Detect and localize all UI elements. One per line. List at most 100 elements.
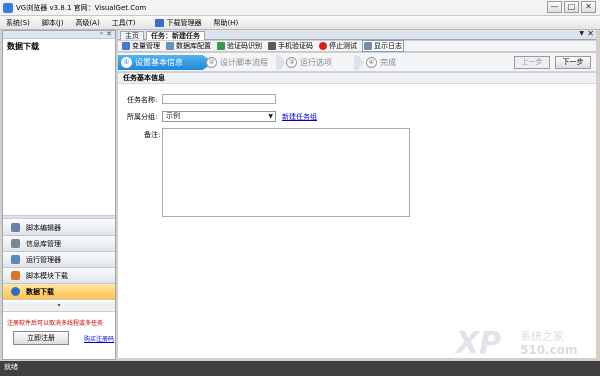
toolbar-label: 停止测试 xyxy=(329,42,357,50)
nav-more-chevron[interactable]: ▾ xyxy=(3,302,115,312)
new-group-link[interactable]: 新建任务组 xyxy=(282,112,317,122)
database-icon xyxy=(11,239,20,248)
step-number: ① xyxy=(121,57,132,68)
document-tabs: 主页 任务：新建任务 ▼ ✕ xyxy=(118,29,596,40)
data-download-icon xyxy=(11,287,20,296)
register-button[interactable]: 立即注册 xyxy=(13,331,69,345)
download-manager-icon xyxy=(155,18,165,27)
next-step-button[interactable]: 下一步 xyxy=(555,56,591,69)
nav-module-download[interactable]: 脚本模块下载 xyxy=(3,268,115,284)
group-select[interactable]: 示例 ▼ xyxy=(162,111,276,122)
phone-icon xyxy=(268,42,276,50)
menu-system[interactable]: 系统(S) xyxy=(0,18,36,28)
nav-info-library[interactable]: 信息库管理 xyxy=(3,236,115,252)
step-label: 设置基本信息 xyxy=(135,58,183,67)
run-manager-icon xyxy=(11,255,20,264)
nav-data-download[interactable]: 数据下载 xyxy=(3,284,115,300)
app-icon xyxy=(3,3,13,13)
step-separator xyxy=(354,55,364,70)
group-select-value: 示例 xyxy=(166,112,180,120)
nav-run-manager[interactable]: 运行管理器 xyxy=(3,252,115,268)
step-basic-info[interactable]: ① 设置基本信息 xyxy=(118,55,214,70)
section-title: 任务基本信息 xyxy=(118,73,596,84)
watermark-logo: XP xyxy=(456,326,502,361)
database-config-button[interactable]: 数据库配置 xyxy=(165,41,212,51)
menu-script[interactable]: 脚本(J) xyxy=(36,18,70,28)
stop-test-button[interactable]: 停止测试 xyxy=(318,41,358,51)
toolbar-label: 数据库配置 xyxy=(176,42,211,50)
left-nav: 脚本编辑器 信息库管理 运行管理器 脚本模块下载 数据下载 xyxy=(3,220,115,300)
register-notice: 注册软件后可以取消多线程或多任务 xyxy=(7,320,104,327)
step-number: ② xyxy=(206,57,217,68)
nav-label: 信息库管理 xyxy=(26,239,61,248)
show-log-button[interactable]: 显示日志 xyxy=(362,40,404,52)
step-number: ④ xyxy=(366,57,377,68)
menu-advanced[interactable]: 高级(A) xyxy=(69,18,105,28)
menu-help[interactable]: 帮助(H) xyxy=(207,18,244,28)
left-panel: ᵖ ✕ 数据下载 脚本编辑器 信息库管理 运行管理器 脚本模块下载 数据下载 ▾… xyxy=(2,30,116,360)
toolbar: 变量管理 数据库配置 验证码识别 手机验证码 停止测试 显示日志 xyxy=(118,40,596,52)
nav-label: 脚本编辑器 xyxy=(26,223,61,232)
step-label: 运行选项 xyxy=(300,58,332,67)
status-bar: 就绪 xyxy=(0,361,600,376)
database-icon xyxy=(166,42,174,50)
menu-download-manager-label: 下载管理器 xyxy=(166,18,202,27)
group-label: 所属分组: xyxy=(127,113,158,121)
toolbar-label: 变量管理 xyxy=(132,42,160,50)
window-controls: — □ ✕ xyxy=(547,1,596,13)
nav-label: 数据下载 xyxy=(26,287,54,296)
chevron-down-icon: ▼ xyxy=(268,113,273,120)
toolbar-label: 验证码识别 xyxy=(227,42,262,50)
task-name-label: 任务名称: xyxy=(127,96,158,104)
note-label: 备注: xyxy=(144,131,161,139)
panel-splitter[interactable] xyxy=(3,215,115,219)
variable-manager-button[interactable]: 变量管理 xyxy=(121,41,161,51)
task-basic-form: 任务名称: 所属分组: 示例 ▼ 新建任务组 备注: xyxy=(118,84,596,358)
status-text: 就绪 xyxy=(4,363,18,371)
left-panel-header: ᵖ ✕ xyxy=(3,30,115,39)
site-watermark: XP 系统之家 510.com xyxy=(456,326,596,361)
close-button[interactable]: ✕ xyxy=(581,1,596,13)
variable-icon xyxy=(122,42,130,50)
menu-tools[interactable]: 工具(T) xyxy=(106,18,142,28)
step-label: 设计脚本流程 xyxy=(220,58,268,67)
title-bar: VG浏览器 v3.8.1 官网：VisualGet.Com — □ ✕ xyxy=(0,0,600,16)
menu-bar: 系统(S) 脚本(J) 高级(A) 工具(T) 下载管理器 帮助(H) xyxy=(0,16,600,30)
nav-label: 运行管理器 xyxy=(26,255,61,264)
tab-home[interactable]: 主页 xyxy=(120,31,144,40)
captcha-icon xyxy=(217,42,225,50)
step-separator xyxy=(276,55,286,70)
script-editor-icon xyxy=(11,223,20,232)
previous-step-button[interactable]: 上一步 xyxy=(514,56,550,69)
menu-download-manager[interactable]: 下载管理器 xyxy=(149,18,207,28)
buy-code-link[interactable]: 购买注册码 xyxy=(84,334,114,343)
toolbar-label: 显示日志 xyxy=(374,42,402,50)
module-download-icon xyxy=(11,271,20,280)
watermark-name: 系统之家 xyxy=(520,330,564,343)
panel-close-icon[interactable]: ✕ xyxy=(106,30,112,38)
tab-list-arrow-icon[interactable]: ▼ xyxy=(579,30,584,37)
left-panel-title: 数据下载 xyxy=(7,42,39,51)
step-number: ③ xyxy=(286,57,297,68)
step-finish[interactable]: ④ 完成 xyxy=(366,56,396,69)
log-icon xyxy=(364,42,372,50)
minimize-button[interactable]: — xyxy=(547,1,562,13)
captcha-recognition-button[interactable]: 验证码识别 xyxy=(216,41,263,51)
step-design-flow[interactable]: ② 设计脚本流程 xyxy=(206,56,268,69)
toolbar-label: 手机验证码 xyxy=(278,42,313,50)
pin-icon[interactable]: ᵖ xyxy=(100,31,103,38)
tab-close-icon[interactable]: ✕ xyxy=(587,29,594,38)
task-name-input[interactable] xyxy=(162,94,276,104)
wizard-steps: ① 设置基本信息 ② 设计脚本流程 ③ 运行选项 ④ 完成 上一步 下一步 xyxy=(118,53,596,72)
phone-code-button[interactable]: 手机验证码 xyxy=(267,41,314,51)
note-textarea[interactable] xyxy=(162,128,410,217)
maximize-button[interactable]: □ xyxy=(564,1,579,13)
window-title: VG浏览器 v3.8.1 官网：VisualGet.Com xyxy=(16,4,147,12)
tab-new-task[interactable]: 任务：新建任务 xyxy=(146,31,205,40)
nav-label: 脚本模块下载 xyxy=(26,271,68,280)
nav-script-editor[interactable]: 脚本编辑器 xyxy=(3,220,115,236)
step-run-options[interactable]: ③ 运行选项 xyxy=(286,56,332,69)
step-label: 完成 xyxy=(380,58,396,67)
watermark-domain: 510.com xyxy=(520,343,578,357)
stop-icon xyxy=(319,42,327,50)
